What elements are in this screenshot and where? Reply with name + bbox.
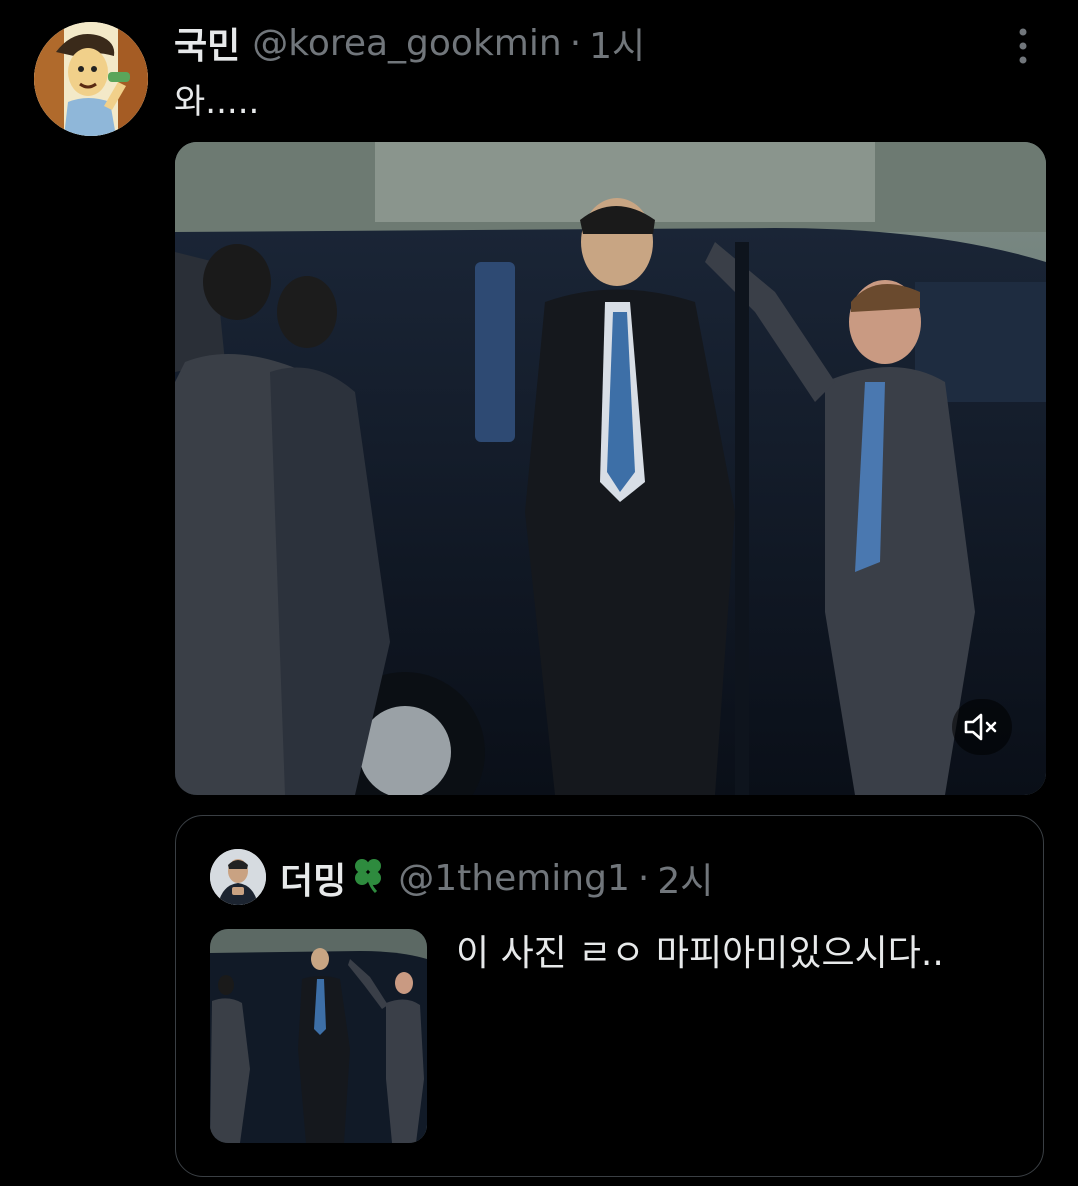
tweet-header: 국민 @korea_gookmin · 1시: [174, 18, 645, 68]
cartoon-avatar-icon: [34, 22, 148, 136]
display-name[interactable]: 국민: [174, 17, 240, 69]
timestamp[interactable]: 1시: [589, 17, 645, 69]
mute-button[interactable]: [952, 699, 1012, 755]
tweet-text: 와.....: [174, 82, 260, 122]
quoted-user-handle[interactable]: @1theming1: [398, 858, 630, 899]
video-frame: [175, 142, 1046, 795]
more-vertical-icon[interactable]: [1008, 24, 1038, 68]
clover-emoji: [348, 854, 388, 903]
quoted-display-name[interactable]: 더밍: [280, 852, 346, 904]
quoted-tweet-header: 더밍 @1theming1 · 2시: [280, 852, 713, 904]
volume-muted-icon: [964, 713, 997, 741]
quoted-tweet[interactable]: 더밍 @1theming1 · 2시 이 사진 ㄹㅇ 마피아미있으시다..: [175, 815, 1044, 1177]
video-thumbnail: [210, 929, 427, 1143]
profile-photo-icon: [210, 849, 266, 905]
quoted-user-avatar[interactable]: [210, 849, 266, 905]
separator-dot: ·: [637, 857, 650, 899]
user-avatar[interactable]: [34, 22, 148, 136]
quoted-tweet-text: 이 사진 ㄹㅇ 마피아미있으시다..: [456, 933, 944, 974]
tweet[interactable]: 국민 @korea_gookmin · 1시 와..... 더밍 @1themi…: [0, 0, 1078, 1186]
quoted-media-thumbnail[interactable]: [210, 929, 427, 1143]
user-handle[interactable]: @korea_gookmin: [252, 23, 561, 64]
quoted-timestamp[interactable]: 2시: [657, 852, 713, 904]
tweet-video[interactable]: [175, 142, 1046, 795]
separator-dot: ·: [569, 22, 582, 64]
